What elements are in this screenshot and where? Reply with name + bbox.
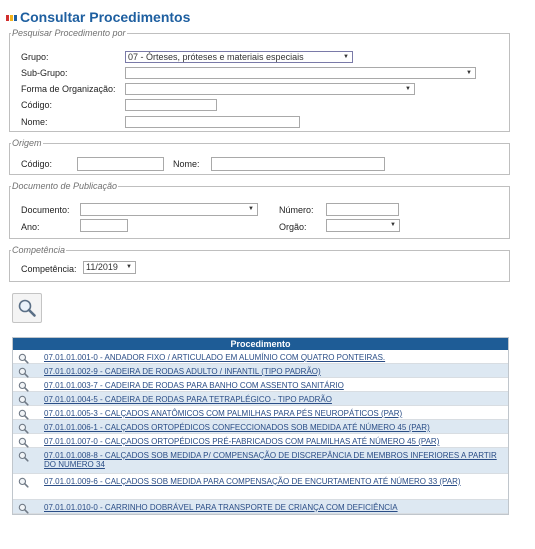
table-row: 07.01.01.010-0 - CARRINHO DOBRÁVEL PARA … <box>13 500 508 514</box>
table-row: 07.01.01.008-8 - CALÇADOS SOB MEDIDA P/ … <box>13 448 508 474</box>
procedure-link[interactable]: 07.01.01.003-7 - CADEIRA DE RODAS PARA B… <box>44 381 498 390</box>
magnifier-icon[interactable] <box>18 477 29 490</box>
documento-label: Documento: <box>21 205 70 215</box>
procedure-results-table: Procedimento 07.01.01.001-0 - ANDADOR FI… <box>12 337 509 515</box>
table-row: 07.01.01.004-5 - CADEIRA DE RODAS PARA T… <box>13 392 508 406</box>
table-row: 07.01.01.001-0 - ANDADOR FIXO / ARTICULA… <box>13 350 508 364</box>
chevron-down-icon: ▼ <box>466 70 472 76</box>
numero-label: Número: <box>279 205 314 215</box>
origem-codigo-label: Código: <box>21 159 53 169</box>
table-row: 07.01.01.002-9 - CADEIRA DE RODAS ADULTO… <box>13 364 508 378</box>
forma-organizacao-select[interactable]: ▼ <box>125 83 415 95</box>
table-row: 07.01.01.006-1 - CALÇADOS ORTOPÉDICOS CO… <box>13 420 508 434</box>
magnifier-icon[interactable] <box>18 503 29 516</box>
procedure-link[interactable]: 07.01.01.004-5 - CADEIRA DE RODAS PARA T… <box>44 395 498 404</box>
orgao-label: Orgão: <box>279 222 307 232</box>
procedure-link[interactable]: 07.01.01.002-9 - CADEIRA DE RODAS ADULTO… <box>44 367 498 376</box>
ano-input[interactable] <box>80 219 128 232</box>
nome-input[interactable] <box>125 116 300 128</box>
origem-codigo-input[interactable] <box>77 157 164 171</box>
codigo-label: Código: <box>21 100 53 110</box>
grupo-select-value: 07 - Órteses, próteses e materiais espec… <box>128 52 304 62</box>
origem-nome-input[interactable] <box>211 157 385 171</box>
ano-label: Ano: <box>21 222 40 232</box>
procedure-link[interactable]: 07.01.01.006-1 - CALÇADOS ORTOPÉDICOS CO… <box>44 423 498 432</box>
documento-select[interactable]: ▼ <box>80 203 258 216</box>
competencia-select[interactable]: 11/2019 ▼ <box>83 261 136 274</box>
chevron-down-icon: ▼ <box>248 206 254 212</box>
grupo-select[interactable]: 07 - Órteses, próteses e materiais espec… <box>125 51 353 63</box>
procedure-link[interactable]: 07.01.01.001-0 - ANDADOR FIXO / ARTICULA… <box>44 353 498 362</box>
chevron-down-icon: ▼ <box>405 86 411 92</box>
origem-legend: Origem <box>12 138 42 148</box>
magnifier-icon <box>18 299 36 317</box>
origem-nome-label: Nome: <box>173 159 200 169</box>
table-row: 07.01.01.009-6 - CALÇADOS SOB MEDIDA PAR… <box>13 474 508 500</box>
table-row: 07.01.01.005-3 - CALÇADOS ANATÔMICOS COM… <box>13 406 508 420</box>
table-row: 07.01.01.003-7 - CADEIRA DE RODAS PARA B… <box>13 378 508 392</box>
chevron-down-icon: ▼ <box>126 264 132 270</box>
competencia-select-value: 11/2019 <box>86 262 118 272</box>
competencia-label: Competência: <box>21 264 77 274</box>
procedure-link[interactable]: 07.01.01.008-8 - CALÇADOS SOB MEDIDA P/ … <box>44 451 498 469</box>
procedure-link[interactable]: 07.01.01.007-0 - CALÇADOS ORTOPÉDICOS PR… <box>44 437 498 446</box>
orgao-select[interactable]: ▼ <box>326 219 400 232</box>
subgrupo-select[interactable]: ▼ <box>125 67 476 79</box>
magnifier-icon[interactable] <box>18 451 29 464</box>
table-row: 07.01.01.007-0 - CALÇADOS ORTOPÉDICOS PR… <box>13 434 508 448</box>
search-button[interactable] <box>12 293 42 323</box>
search-filters-legend: Pesquisar Procedimento por <box>12 28 126 38</box>
nome-label: Nome: <box>21 117 48 127</box>
page-title: Consultar Procedimentos <box>20 9 191 25</box>
competencia-legend: Competência <box>12 245 66 255</box>
results-rows: 07.01.01.001-0 - ANDADOR FIXO / ARTICULA… <box>13 350 508 514</box>
procedure-link[interactable]: 07.01.01.009-6 - CALÇADOS SOB MEDIDA PAR… <box>44 477 498 486</box>
chevron-down-icon: ▼ <box>343 54 349 60</box>
title-bullet-icon <box>6 15 17 21</box>
procedure-link[interactable]: 07.01.01.005-3 - CALÇADOS ANATÔMICOS COM… <box>44 409 498 418</box>
results-column-header: Procedimento <box>13 338 508 350</box>
codigo-input[interactable] <box>125 99 217 111</box>
subgrupo-label: Sub-Grupo: <box>21 68 68 78</box>
page-title-bar: Consultar Procedimentos <box>6 8 190 26</box>
grupo-label: Grupo: <box>21 52 49 62</box>
documento-legend: Documento de Publicação <box>12 181 118 191</box>
procedure-link[interactable]: 07.01.01.010-0 - CARRINHO DOBRÁVEL PARA … <box>44 503 498 512</box>
forma-organizacao-label: Forma de Organização: <box>21 84 116 94</box>
chevron-down-icon: ▼ <box>390 222 396 228</box>
numero-input[interactable] <box>326 203 399 216</box>
